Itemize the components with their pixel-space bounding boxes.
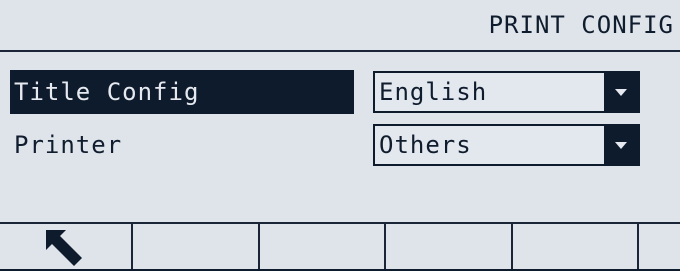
printer-value: Others: [379, 131, 472, 159]
softkey-6[interactable]: [639, 224, 680, 269]
printer-label: Printer: [14, 131, 123, 159]
title-config-dropdown[interactable]: English: [373, 71, 640, 113]
chevron-down-icon[interactable]: [604, 126, 638, 164]
softkey-3[interactable]: [260, 224, 386, 269]
softkey-5[interactable]: [513, 224, 639, 269]
softkey-bar: [0, 222, 680, 269]
terminal-screen: PRINT CONFIG Title Config English Printe…: [0, 0, 680, 271]
title-bar: PRINT CONFIG: [0, 0, 680, 52]
softkey-4[interactable]: [386, 224, 513, 269]
page-title: PRINT CONFIG: [488, 11, 674, 39]
printer-dropdown[interactable]: Others: [373, 124, 640, 166]
chevron-down-icon[interactable]: [604, 73, 638, 111]
title-config-value: English: [379, 78, 488, 106]
title-config-label[interactable]: Title Config: [10, 70, 354, 114]
back-arrow-icon: [46, 230, 82, 266]
softkey-2[interactable]: [133, 224, 260, 269]
softkey-back[interactable]: [0, 224, 133, 269]
